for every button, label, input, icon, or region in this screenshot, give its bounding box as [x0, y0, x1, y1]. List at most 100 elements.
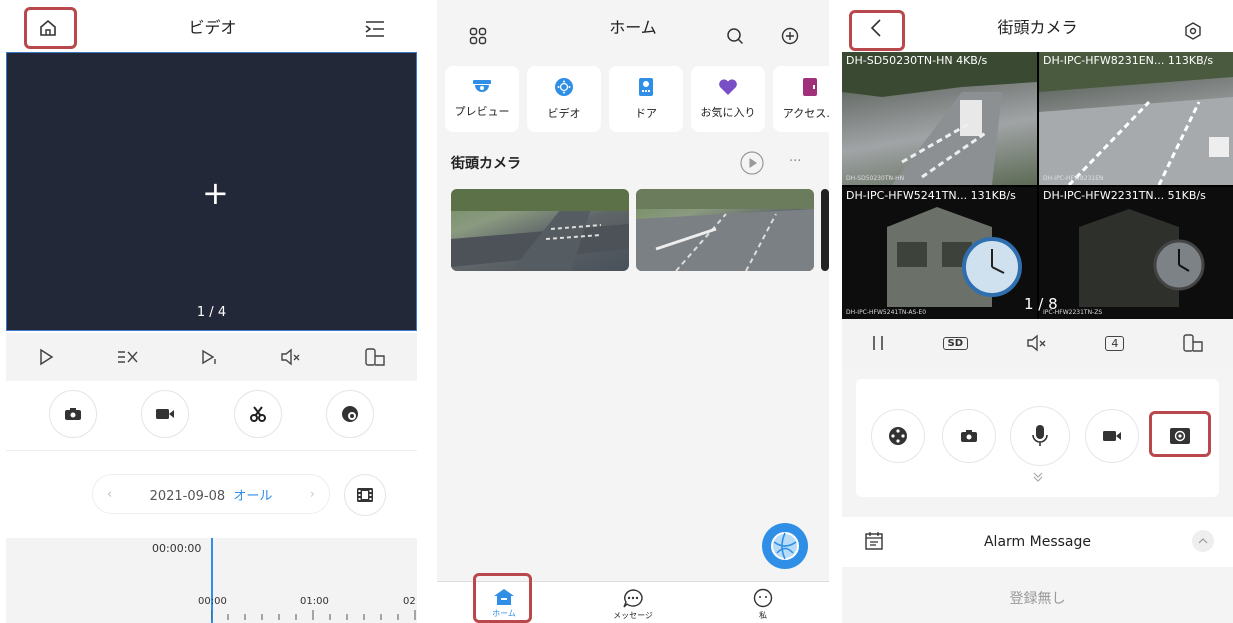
grid-menu-icon[interactable] — [467, 25, 489, 47]
microphone-icon — [1032, 425, 1048, 446]
quick-item-label: プレビュー — [454, 105, 510, 118]
talk-button[interactable] — [1010, 406, 1070, 466]
add-channel-icon[interactable]: + — [202, 174, 229, 212]
next-date-icon[interactable]: › — [310, 487, 315, 502]
camera-cell[interactable]: DH-SD50230TN-HN 4KB/s DH-SD50230TN-HN — [842, 52, 1037, 185]
settings-icon[interactable] — [1183, 21, 1203, 41]
heart-icon — [719, 79, 737, 95]
user-icon — [753, 588, 773, 608]
film-icon — [357, 488, 373, 502]
search-icon[interactable] — [724, 25, 746, 47]
record-button[interactable] — [1085, 409, 1139, 463]
playback-controls — [6, 333, 417, 381]
camera-grid: DH-SD50230TN-HN 4KB/s DH-SD50230TN-HN DH… — [842, 52, 1233, 319]
camera-thumbnail[interactable] — [636, 189, 814, 271]
rotate-screen-icon[interactable] — [1182, 333, 1204, 353]
tab-messages[interactable]: メッセージ — [603, 588, 663, 621]
home-header: ホーム — [437, 0, 829, 52]
speed-icon — [342, 406, 358, 422]
camera-cell[interactable]: DH-IPC-HFW2231TN... 51KB/s IPC-HFW2231TN… — [1039, 187, 1233, 319]
video-window[interactable]: + 1 / 4 — [6, 52, 417, 331]
camera-live-panel: 街頭カメラ DH-SD50230TN-HN 4KB/s DH-SD50230TN… — [842, 0, 1233, 623]
play-icon[interactable] — [37, 348, 55, 366]
camera-cell[interactable]: DH-IPC-HFW5241TN... 131KB/s DH-IPC-HFW52… — [842, 187, 1037, 319]
message-icon — [623, 589, 643, 608]
speed-button[interactable] — [326, 390, 374, 438]
ptz-button[interactable] — [871, 409, 925, 463]
camera-label: DH-SD50230TN-HN 4KB/s — [846, 54, 988, 67]
more-icon[interactable]: ··· — [789, 154, 801, 169]
camera-caption: DH-IPC-HFW5241TN-AS-E0 — [846, 309, 927, 316]
camera-icon — [65, 408, 81, 420]
list-menu-icon[interactable] — [362, 18, 388, 40]
page-title: 街頭カメラ — [997, 18, 1078, 37]
camera-caption: DH-IPC-HFW8231EN — [1043, 175, 1104, 182]
tick-label: 02 — [403, 596, 416, 607]
quick-item-label: アクセス… — [782, 107, 829, 120]
video-camera-icon — [156, 409, 174, 419]
snapshot-button[interactable] — [49, 390, 97, 438]
mute-icon[interactable] — [1026, 334, 1048, 352]
quick-item-door[interactable]: ドア — [609, 66, 683, 132]
prev-date-icon[interactable]: ‹ — [107, 487, 112, 502]
globe-fab-icon[interactable] — [762, 523, 808, 569]
tick-label: 01:00 — [300, 596, 329, 607]
page-indicator: 1 / 8 — [1024, 295, 1058, 313]
section-title: 街頭カメラ — [451, 156, 521, 172]
stop-all-icon[interactable] — [117, 349, 139, 365]
quick-item-preview[interactable]: プレビュー — [445, 66, 519, 132]
camera-thumbnail[interactable] — [451, 189, 629, 271]
playback-icon — [555, 78, 573, 96]
ptz-icon — [889, 427, 907, 445]
pause-icon[interactable] — [871, 334, 885, 352]
quick-item-access[interactable]: アクセス… — [773, 66, 829, 132]
alarm-label: Alarm Message — [983, 534, 1091, 550]
camera-label: DH-IPC-HFW5241TN... 131KB/s — [846, 189, 1016, 202]
access-icon — [803, 78, 817, 96]
file-list-button[interactable] — [344, 474, 386, 516]
quick-item-label: お気に入り — [700, 106, 756, 119]
camera-cell[interactable]: DH-IPC-HFW8231EN... 113KB/s DH-IPC-HFW82… — [1039, 52, 1233, 185]
camera-caption: DH-SD50230TN-HN — [846, 175, 905, 182]
highlight-back — [849, 10, 905, 51]
clip-button[interactable] — [234, 390, 282, 438]
quick-item-label: ドア — [635, 107, 657, 120]
expand-down-icon[interactable] — [1030, 470, 1046, 484]
tab-me[interactable]: 私 — [733, 588, 793, 621]
camera-icon — [961, 430, 977, 442]
highlight-tab-home — [473, 573, 532, 623]
rotate-screen-icon[interactable] — [364, 347, 386, 367]
add-device-icon[interactable] — [779, 25, 801, 47]
home-panel: ホーム プレビュー ビデオ ドア お気に入り アクセス… 街頭カメラ — [437, 0, 829, 623]
camera-dome-icon — [473, 80, 491, 92]
timeline[interactable]: 00:00:00 00:00 01:00 02 — [6, 538, 417, 623]
highlight-home — [24, 7, 77, 49]
camera-label: DH-IPC-HFW2231TN... 51KB/s — [1043, 189, 1206, 202]
page-indicator: 1 / 4 — [196, 305, 227, 320]
play-all-icon[interactable] — [739, 150, 765, 176]
tab-label: 私 — [759, 611, 767, 620]
live-controls: SD 4 — [842, 319, 1233, 367]
highlight-fisheye — [1149, 411, 1211, 457]
quick-item-favorites[interactable]: お気に入り — [691, 66, 765, 132]
quick-item-label: ビデオ — [547, 107, 581, 120]
collapse-icon[interactable] — [1192, 530, 1214, 552]
camera-thumbnail[interactable] — [821, 189, 829, 271]
date-display[interactable]: 2021-09-08 オール — [150, 485, 273, 504]
filter-label[interactable]: オール — [233, 489, 272, 504]
record-button[interactable] — [141, 390, 189, 438]
cursor-time: 00:00:00 — [152, 542, 202, 555]
alarm-message-row[interactable]: Alarm Message — [842, 517, 1233, 567]
date-selector[interactable]: ‹ 2021-09-08 オール › — [92, 474, 330, 514]
no-records-text: 登録無し — [1009, 590, 1066, 607]
next-frame-icon[interactable] — [200, 348, 218, 366]
sd-quality-button[interactable]: SD — [942, 336, 969, 350]
timeline-ticks — [211, 610, 416, 620]
split-screen-button[interactable]: 4 — [1105, 335, 1125, 351]
scissors-icon — [250, 406, 266, 422]
quick-item-video[interactable]: ビデオ — [527, 66, 601, 132]
mute-icon[interactable] — [280, 348, 302, 366]
page-title: ホーム — [609, 18, 657, 37]
page-title: ビデオ — [188, 18, 237, 37]
snapshot-button[interactable] — [942, 409, 996, 463]
